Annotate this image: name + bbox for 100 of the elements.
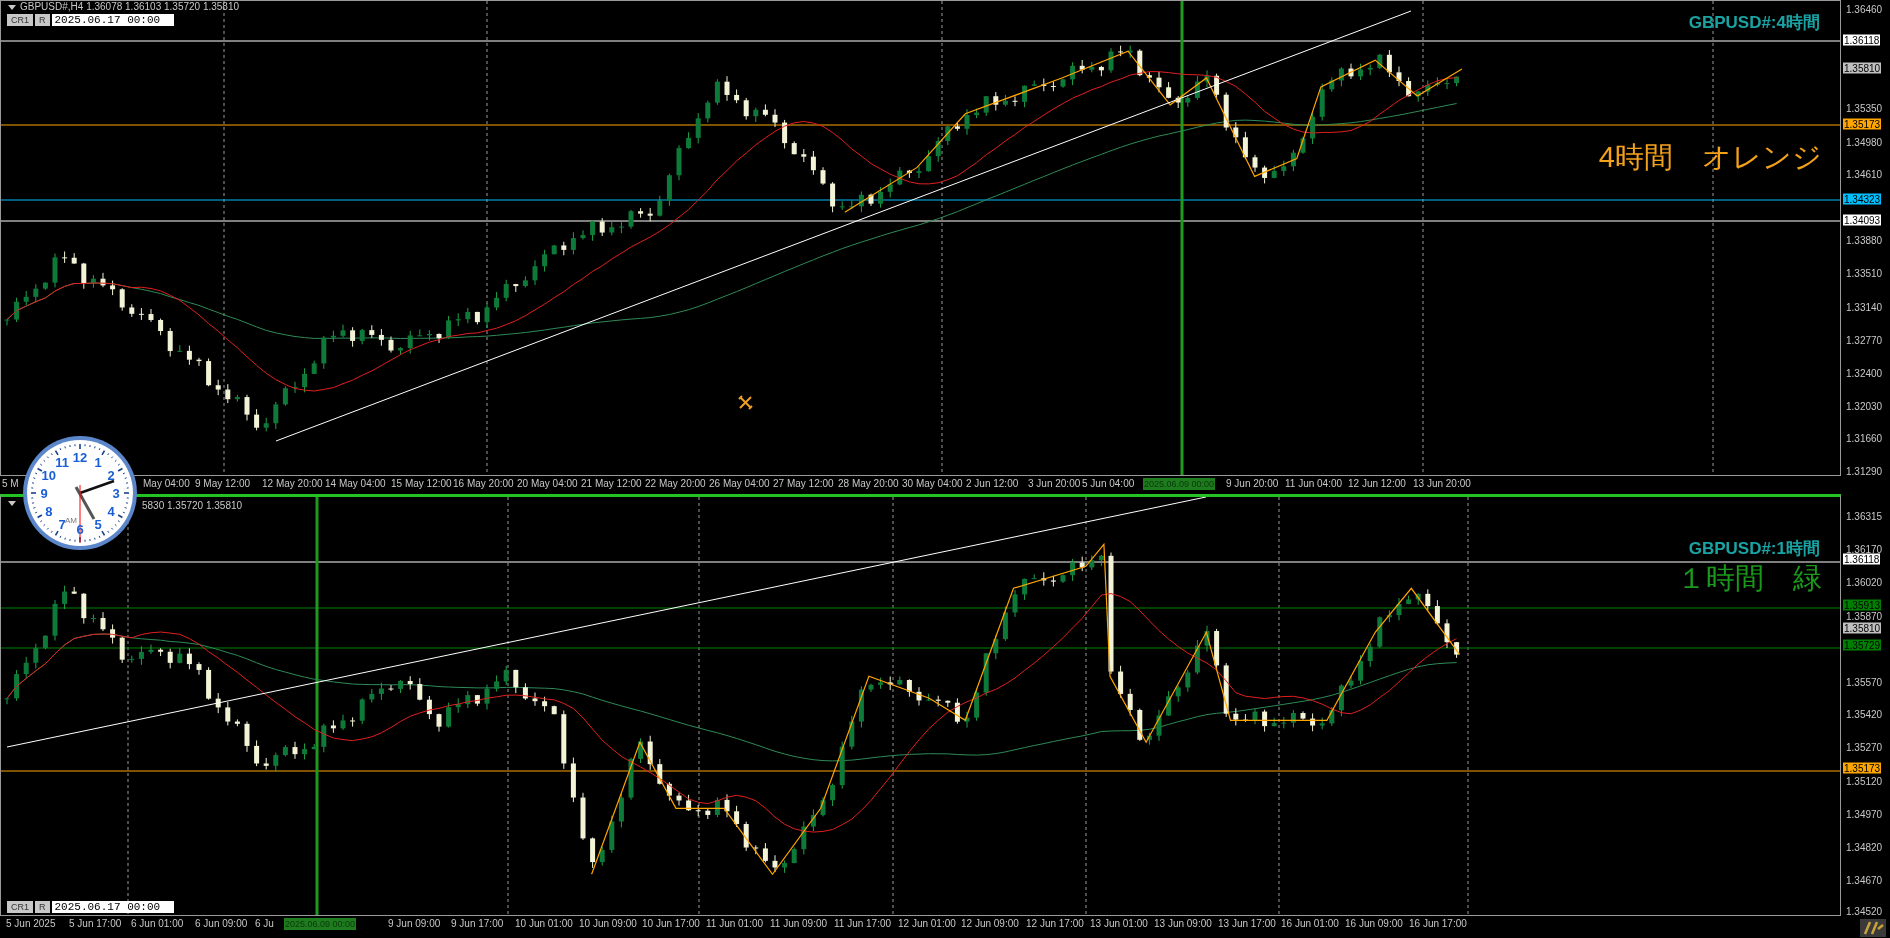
time-label: 9 Jun 17:00 — [451, 918, 504, 930]
chart-note: 4時間 オレンジ — [1598, 140, 1822, 175]
time-label: 9 Jun 09:00 — [388, 918, 441, 930]
price-label: 1.33510 — [1846, 267, 1883, 279]
price-marker: 1.35810 — [1843, 62, 1882, 74]
price-label: 1.31290 — [1846, 465, 1883, 477]
time-label: 30 May 04:00 — [902, 478, 963, 490]
date-field[interactable]: 2025.06.17 00:00 — [51, 14, 174, 26]
price-marker: 1.34093 — [1843, 214, 1882, 226]
time-label: 14 May 04:00 — [325, 478, 386, 490]
price-marker: 1.34323 — [1843, 193, 1882, 205]
price-label: 1.34970 — [1846, 808, 1883, 820]
price-label: 1.31660 — [1846, 432, 1883, 444]
clock-numeral: 4 — [107, 504, 115, 519]
time-label: 15 May 12:00 — [391, 478, 452, 490]
chart-title: GBPUSD#:4時間 — [1688, 12, 1820, 34]
time-label: 13 Jun 17:00 — [1218, 918, 1276, 930]
time-label: 5 M — [2, 478, 19, 490]
time-label: 11 Jun 01:00 — [706, 918, 764, 930]
price-marker: 1.35913 — [1843, 599, 1882, 611]
clock-numeral: 3 — [112, 486, 120, 501]
chart-button[interactable]: R — [35, 14, 50, 26]
price-label: 1.34520 — [1846, 905, 1883, 917]
clock-numeral: 6 — [76, 522, 84, 537]
time-label: 10 Jun 17:00 — [642, 918, 700, 930]
symbol-info: GBPUSD#,H4 1.36078 1.36103 1.35720 1.35810 — [20, 1, 240, 13]
clock-numeral: 1 — [94, 454, 102, 470]
time-label: 9 May 12:00 — [195, 478, 251, 490]
price-label: 1.35570 — [1846, 676, 1883, 688]
time-label: 3 Jun 20:00 — [1028, 478, 1081, 490]
time-label: 12 Jun 01:00 — [898, 918, 956, 930]
time-label: 6 Jun 09:00 — [195, 918, 248, 930]
price-label: 1.32400 — [1846, 367, 1883, 379]
price-label: 1.32030 — [1846, 400, 1883, 412]
price-marker: 1.35810 — [1843, 622, 1882, 634]
symbol-info: 5830 1.35720 1.35810 — [142, 500, 243, 512]
time-label: 9 Jun 20:00 — [1226, 478, 1279, 490]
price-label: 1.34670 — [1846, 874, 1883, 886]
time-label: 22 May 20:00 — [645, 478, 706, 490]
price-label: 1.34820 — [1846, 841, 1883, 853]
clock-numeral: 10 — [41, 468, 57, 483]
chart-button[interactable]: R — [35, 901, 50, 913]
chart-button[interactable]: CR1 — [7, 14, 33, 26]
time-label: 12 Jun 17:00 — [1026, 918, 1084, 930]
time-label: 5 Jun 2025 — [6, 918, 56, 930]
time-label: 16 May 20:00 — [453, 478, 514, 490]
price-label: 1.32770 — [1846, 334, 1883, 346]
price-label: 1.36460 — [1846, 3, 1883, 15]
price-label: 1.34980 — [1846, 136, 1883, 148]
time-label: 11 Jun 09:00 — [770, 918, 828, 930]
price-label: 1.36315 — [1846, 510, 1883, 522]
time-label: 12 Jun 09:00 — [961, 918, 1019, 930]
time-label: 13 Jun 20:00 — [1413, 478, 1471, 490]
time-label: 10 Jun 01:00 — [515, 918, 573, 930]
time-label: 12 May 20:00 — [262, 478, 323, 490]
time-label: 12 Jun 12:00 — [1348, 478, 1406, 490]
time-label: 6 Ju — [255, 918, 274, 930]
clock-numeral: 2 — [107, 468, 115, 483]
time-label: 2 Jun 12:00 — [966, 478, 1019, 490]
price-label: 1.36170 — [1846, 543, 1883, 555]
price-label: 1.33880 — [1846, 234, 1883, 246]
time-label: 20 May 04:00 — [517, 478, 578, 490]
clock-numeral: 5 — [94, 517, 102, 533]
clock-period-label: AM — [65, 516, 77, 525]
time-label: 5 Jun 04:00 — [1082, 478, 1135, 490]
price-marker: 1.35173 — [1843, 762, 1882, 774]
price-label: 1.33140 — [1846, 301, 1883, 313]
price-label: 1.35420 — [1846, 708, 1883, 720]
date-field[interactable]: 2025.06.17 00:00 — [51, 901, 174, 913]
price-marker: 1.35729 — [1843, 639, 1882, 651]
clock-numeral: 12 — [72, 450, 88, 465]
price-label: 1.35350 — [1846, 102, 1883, 114]
time-label: May 04:00 — [143, 478, 190, 490]
time-label: 13 Jun 01:00 — [1090, 918, 1148, 930]
time-label: 21 May 12:00 — [581, 478, 642, 490]
time-label: 11 Jun 17:00 — [834, 918, 892, 930]
time-label: 16 Jun 09:00 — [1345, 918, 1403, 930]
price-marker: 1.36118 — [1843, 34, 1881, 46]
price-label: 1.34610 — [1846, 168, 1883, 180]
time-label: 28 May 20:00 — [838, 478, 899, 490]
price-label: 1.35270 — [1846, 741, 1883, 753]
price-label: 1.35120 — [1846, 775, 1883, 787]
chart-button[interactable]: CR1 — [7, 901, 33, 913]
clock-numeral: 7 — [58, 517, 66, 533]
time-label: 6 Jun 01:00 — [131, 918, 184, 930]
time-label: 27 May 12:00 — [773, 478, 834, 490]
chart-title: GBPUSD#:1時間 — [1688, 538, 1820, 560]
time-label: 16 Jun 17:00 — [1409, 918, 1467, 930]
time-label: 10 Jun 09:00 — [579, 918, 637, 930]
time-label: 26 May 04:00 — [709, 478, 770, 490]
clock-numeral: 9 — [40, 486, 48, 501]
price-label: 1.36020 — [1846, 576, 1883, 588]
time-label: 11 Jun 04:00 — [1285, 478, 1343, 490]
clock-numeral: 11 — [55, 454, 69, 470]
time-label: 13 Jun 09:00 — [1154, 918, 1212, 930]
time-label: 5 Jun 17:00 — [69, 918, 122, 930]
chart-note: １時間 緑 — [1677, 561, 1822, 596]
price-label: 1.35870 — [1846, 610, 1883, 622]
clock-numeral: 8 — [45, 504, 53, 519]
price-marker: 1.35173 — [1843, 118, 1882, 130]
